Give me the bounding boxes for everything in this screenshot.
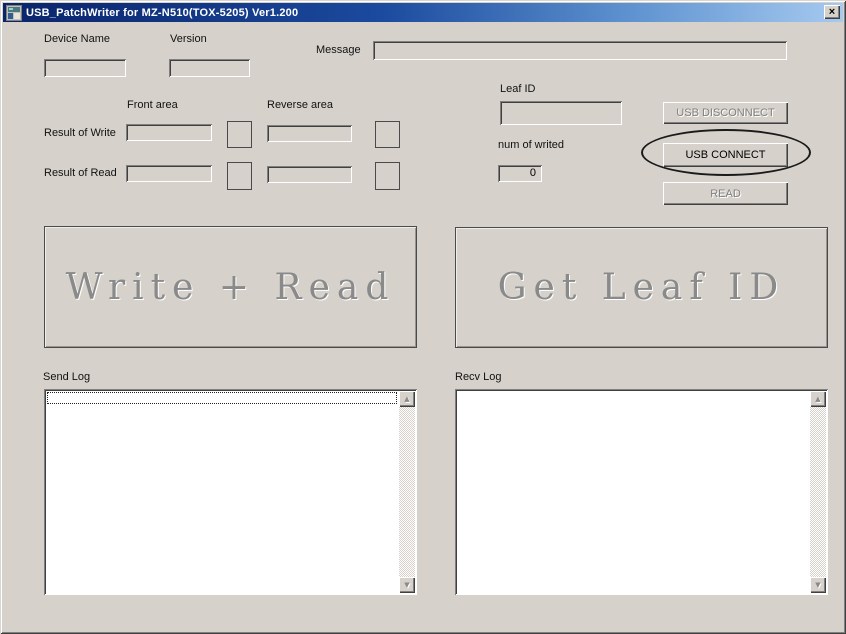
recv-log-scrollbar[interactable]: ▲ ▼: [810, 391, 826, 593]
leaf-id-field[interactable]: [500, 101, 622, 125]
send-log-label: Send Log: [43, 371, 91, 383]
scroll-up-icon[interactable]: ▲: [399, 391, 415, 407]
window-title: USB_PatchWriter for MZ-N510(TOX-5205) Ve…: [26, 6, 299, 19]
num-of-writed-label: num of writed: [498, 139, 565, 151]
read-front-field[interactable]: [126, 165, 212, 182]
usb-disconnect-button[interactable]: USB DISCONNECT: [663, 102, 788, 124]
write-read-button[interactable]: Write + Read: [44, 226, 417, 348]
scroll-down-icon[interactable]: ▼: [810, 577, 826, 593]
app-window: USB_PatchWriter for MZ-N510(TOX-5205) Ve…: [0, 0, 846, 634]
send-log-scrollbar[interactable]: ▲ ▼: [399, 391, 415, 593]
result-of-read-label: Result of Read: [44, 167, 117, 179]
close-button[interactable]: ×: [824, 5, 840, 19]
recv-log-label: Recv Log: [455, 371, 502, 383]
version-field[interactable]: [169, 59, 250, 77]
recv-log-list[interactable]: ▲ ▼: [455, 389, 828, 595]
device-name-label: Device Name: [44, 33, 111, 45]
front-area-label: Front area: [127, 99, 178, 111]
close-icon: ×: [828, 6, 836, 18]
send-log-list[interactable]: ▲ ▼: [44, 389, 417, 595]
result-of-write-label: Result of Write: [44, 127, 116, 139]
get-leaf-id-button[interactable]: Get Leaf ID: [455, 227, 828, 348]
app-icon: [6, 4, 22, 21]
title-bar: USB_PatchWriter for MZ-N510(TOX-5205) Ve…: [3, 3, 843, 22]
message-label: Message: [316, 44, 361, 56]
write-reverse-indicator: [375, 121, 400, 148]
read-front-indicator: [227, 162, 252, 190]
scroll-down-icon[interactable]: ▼: [399, 577, 415, 593]
scroll-up-icon[interactable]: ▲: [810, 391, 826, 407]
write-reverse-field[interactable]: [267, 125, 352, 142]
leaf-id-label: Leaf ID: [500, 83, 536, 95]
write-front-indicator: [227, 121, 252, 148]
send-log-selected-row: [47, 392, 397, 404]
read-button[interactable]: READ: [663, 182, 788, 205]
reverse-area-label: Reverse area: [267, 99, 334, 111]
read-reverse-field[interactable]: [267, 166, 352, 183]
read-reverse-indicator: [375, 162, 400, 190]
usb-connect-button[interactable]: USB CONNECT: [663, 143, 788, 167]
num-of-writed-field[interactable]: 0: [498, 165, 542, 182]
message-field[interactable]: [373, 41, 787, 60]
write-front-field[interactable]: [126, 124, 212, 141]
version-label: Version: [170, 33, 207, 45]
device-name-field[interactable]: [44, 59, 126, 77]
